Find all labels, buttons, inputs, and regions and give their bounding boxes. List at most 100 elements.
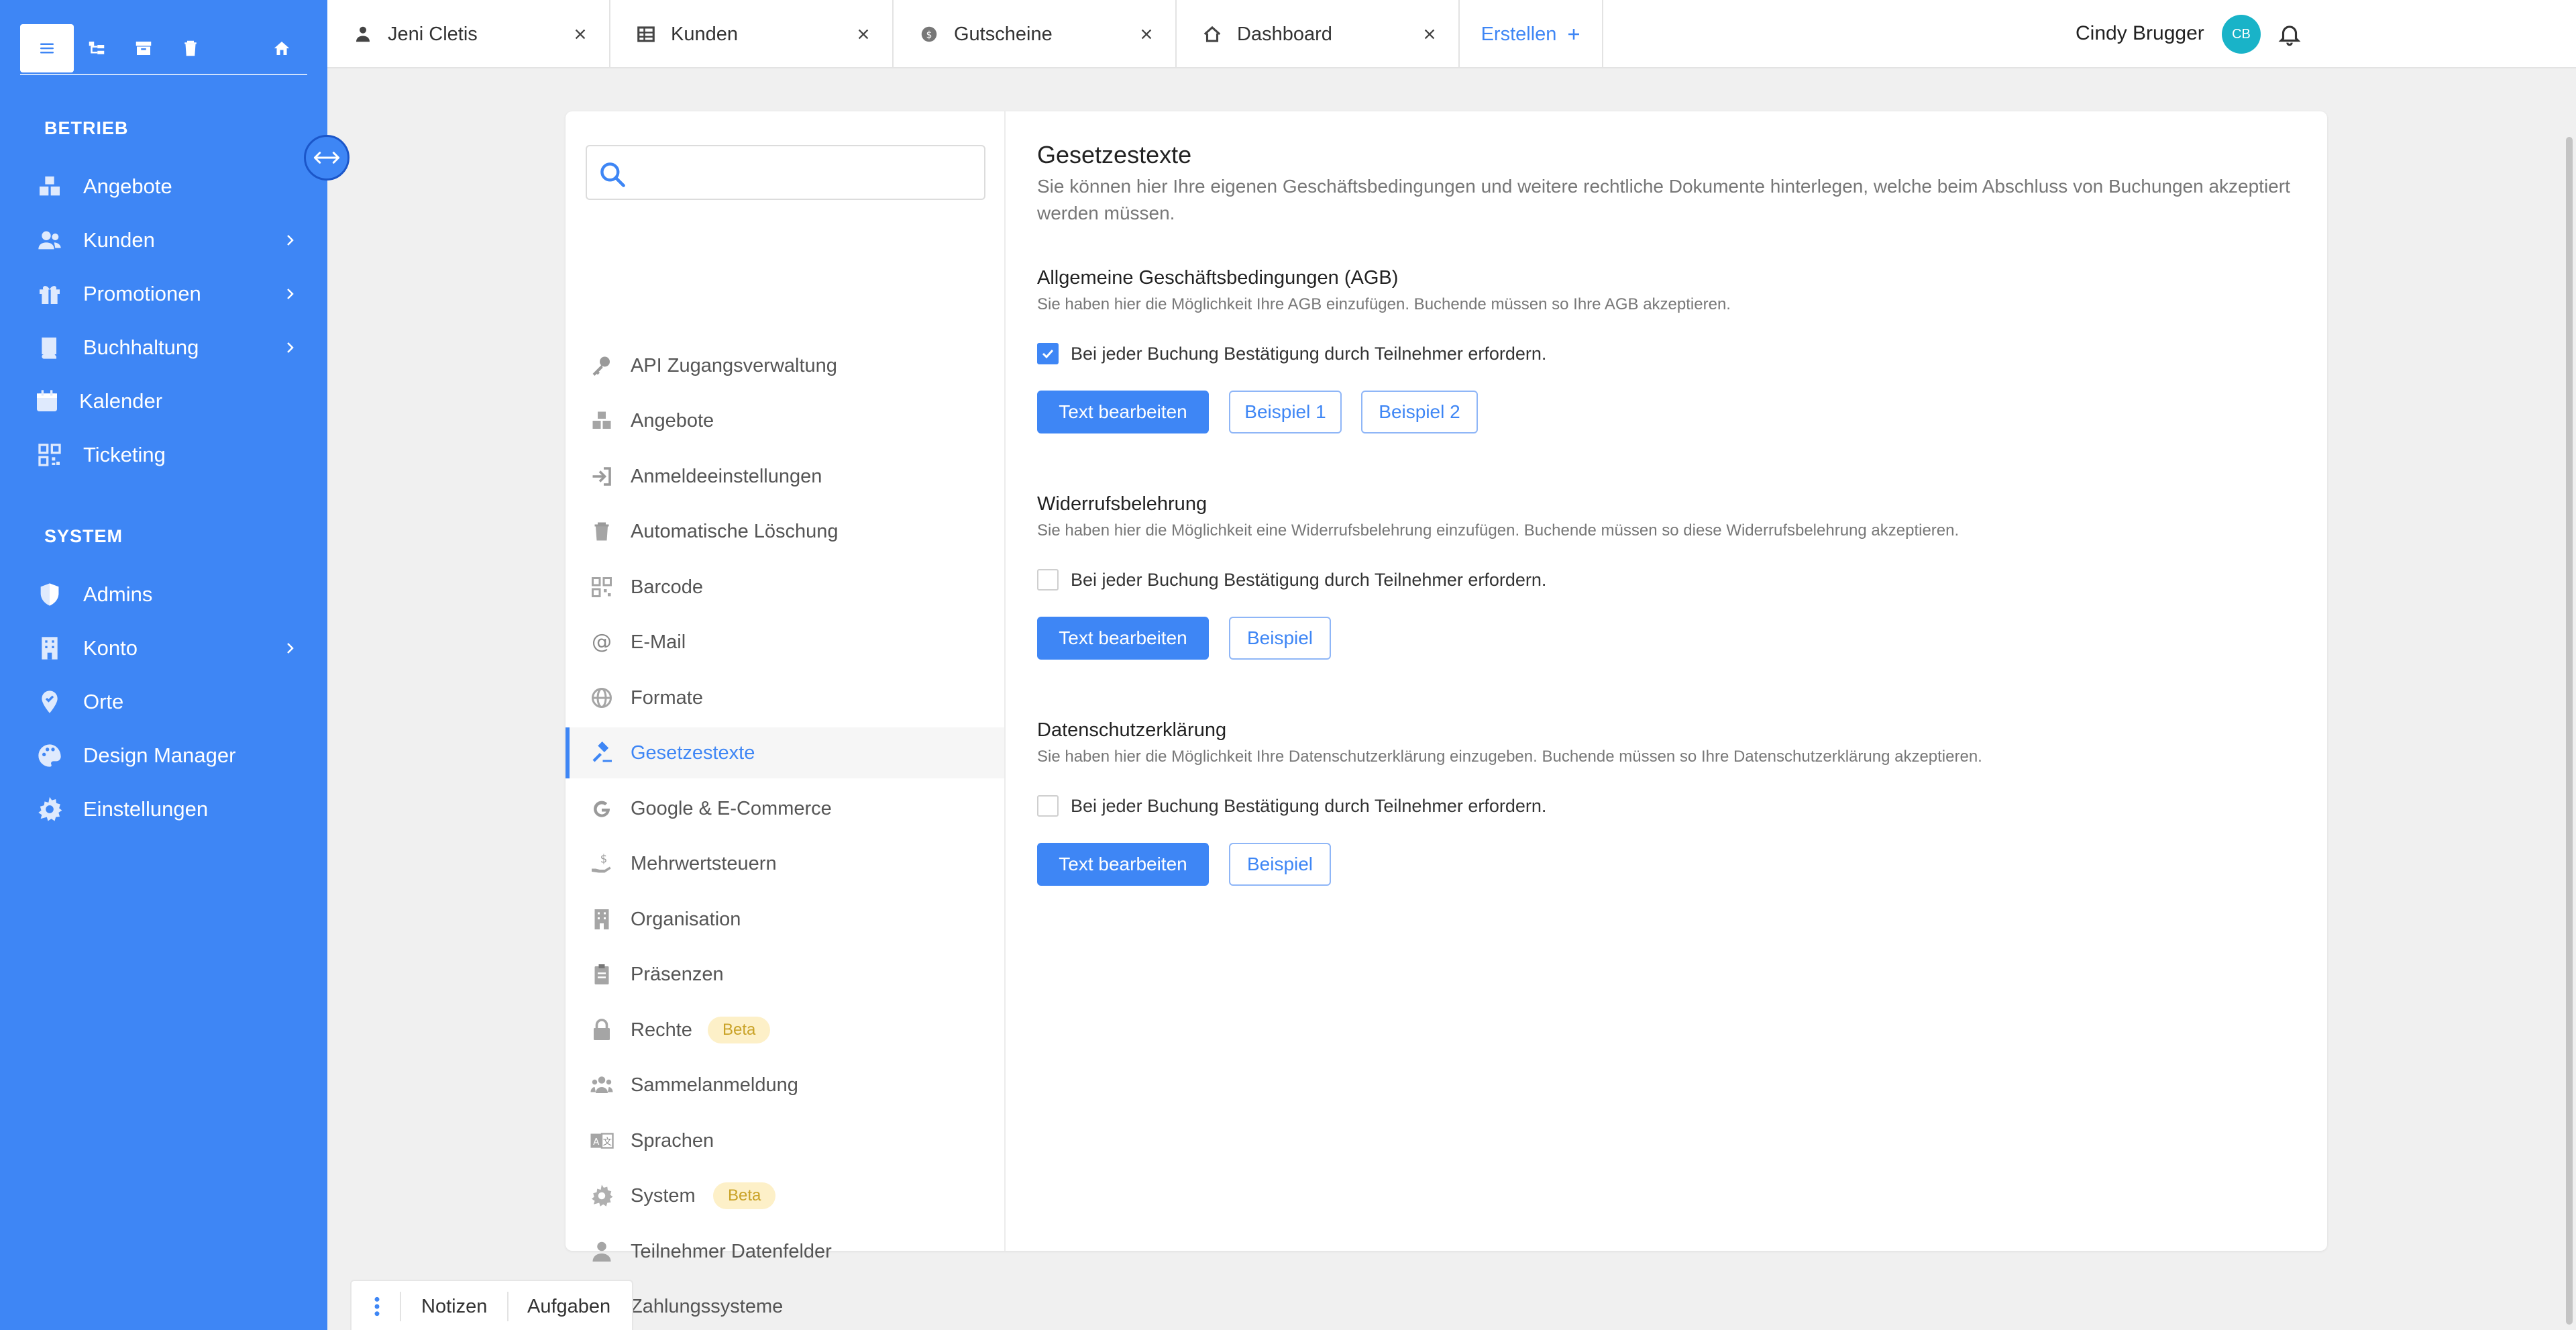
trash-button[interactable] — [164, 24, 217, 72]
sidebar-item-kunden[interactable]: Kunden — [0, 215, 327, 266]
sidebar-item-orte[interactable]: Orte — [0, 676, 327, 727]
settings-item-sprachen[interactable]: A文 Sprachen — [566, 1115, 1004, 1166]
page-scrollbar[interactable] — [2561, 70, 2576, 1330]
boxes-icon — [35, 172, 64, 201]
settings-item-label: Sammelanmeldung — [631, 1074, 798, 1096]
location-check-icon — [35, 687, 64, 717]
withdrawal-confirmation-checkbox[interactable] — [1037, 569, 1059, 591]
create-tab-button[interactable]: Erstellen — [1461, 0, 1603, 68]
home-button[interactable] — [255, 24, 309, 72]
avatar[interactable]: CB — [2222, 15, 2261, 54]
more-vertical-icon[interactable] — [372, 1296, 382, 1317]
tab-jeni-cletis[interactable]: Jeni Cletis — [327, 0, 610, 68]
chevron-right-icon — [287, 235, 294, 246]
at-sign-icon: @ — [588, 629, 615, 656]
close-icon[interactable] — [856, 27, 871, 42]
settings-item-sammelanmeldung[interactable]: Sammelanmeldung — [566, 1060, 1004, 1111]
tab-kunden[interactable]: Kunden — [610, 0, 894, 68]
svg-text:@: @ — [592, 630, 612, 654]
divider — [507, 1292, 508, 1321]
bell-icon[interactable] — [2277, 21, 2302, 47]
withdrawal-edit-text-button[interactable]: Text bearbeiten — [1037, 617, 1209, 660]
agb-confirmation-checkbox[interactable] — [1037, 343, 1059, 364]
hamburger-icon — [40, 43, 54, 54]
settings-item-teilnehmer-datenfelder[interactable]: Teilnehmer Datenfelder — [566, 1226, 1004, 1277]
sidebar-item-ticketing[interactable]: Ticketing — [0, 429, 327, 480]
settings-search-input[interactable] — [638, 154, 973, 192]
gear-icon — [588, 1182, 615, 1209]
settings-item-rechte[interactable]: Rechte Beta — [566, 1005, 1004, 1056]
settings-item-organisation[interactable]: Organisation — [566, 894, 1004, 945]
settings-item-api[interactable]: API Zugangsverwaltung — [566, 340, 1004, 391]
settings-item-label: Automatische Löschung — [631, 520, 839, 542]
withdrawal-confirmation-row[interactable]: Bei jeder Buchung Bestätigung durch Teil… — [1037, 568, 1546, 592]
settings-item-label: Formate — [631, 686, 703, 709]
gift-icon — [35, 279, 64, 309]
settings-item-label: Teilnehmer Datenfelder — [631, 1240, 832, 1262]
boxes-icon — [588, 407, 615, 434]
plus-icon — [1568, 29, 1580, 40]
language-icon: A文 — [588, 1127, 615, 1154]
settings-item-email[interactable]: @ E-Mail — [566, 617, 1004, 668]
settings-item-automatische-loeschung[interactable]: Automatische Löschung — [566, 506, 1004, 557]
privacy-edit-text-button[interactable]: Text bearbeiten — [1037, 843, 1209, 886]
withdrawal-example-button[interactable]: Beispiel — [1229, 617, 1331, 660]
settings-item-praesenzen[interactable]: Präsenzen — [566, 949, 1004, 1000]
menu-toggle-button[interactable] — [20, 24, 74, 72]
settings-item-mehrwertsteuern[interactable]: $ Mehrwertsteuern — [566, 838, 1004, 889]
scrollbar-thumb[interactable] — [2566, 137, 2573, 1325]
sidebar-item-konto[interactable]: Konto — [0, 623, 327, 674]
settings-item-anmeldeeinstellungen[interactable]: Anmeldeeinstellungen — [566, 451, 1004, 502]
qr-code-icon — [588, 574, 615, 601]
tasks-tab[interactable]: Aufgaben — [527, 1296, 610, 1318]
agb-example-1-button[interactable]: Beispiel 1 — [1229, 391, 1342, 433]
sidebar-resize-handle[interactable] — [304, 135, 350, 181]
trash-icon — [588, 518, 615, 545]
privacy-section-title: Datenschutzerklärung — [1037, 719, 1227, 741]
sidebar-item-kalender[interactable]: Kalender — [0, 376, 327, 427]
tab-label: Gutscheine — [954, 23, 1053, 45]
sidebar-item-label: Kunden — [83, 228, 155, 252]
archive-button[interactable] — [117, 24, 170, 72]
privacy-confirmation-row[interactable]: Bei jeder Buchung Bestätigung durch Teil… — [1037, 794, 1546, 818]
close-icon[interactable] — [573, 27, 588, 42]
sidebar-item-buchhaltung[interactable]: Buchhaltung — [0, 322, 327, 373]
close-icon[interactable] — [1422, 27, 1437, 42]
sidebar-item-design-manager[interactable]: Design Manager — [0, 730, 327, 781]
svg-text:$: $ — [926, 30, 932, 41]
google-icon — [588, 795, 615, 822]
settings-item-system[interactable]: System Beta — [566, 1170, 1004, 1221]
qr-code-icon — [35, 440, 64, 470]
settings-item-angebote[interactable]: Angebote — [566, 395, 1004, 446]
tab-dashboard[interactable]: Dashboard — [1177, 0, 1460, 68]
sidebar-item-admins[interactable]: Admins — [0, 569, 327, 620]
sidebar-item-einstellungen[interactable]: Einstellungen — [0, 784, 327, 835]
privacy-example-button[interactable]: Beispiel — [1229, 843, 1331, 886]
tree-view-button[interactable] — [70, 24, 123, 72]
agb-edit-text-button[interactable]: Text bearbeiten — [1037, 391, 1209, 433]
key-icon — [588, 352, 615, 379]
settings-search[interactable] — [586, 145, 985, 200]
agb-confirmation-row[interactable]: Bei jeder Buchung Bestätigung durch Teil… — [1037, 342, 1546, 366]
checkmark-icon — [1042, 349, 1054, 359]
close-icon[interactable] — [1139, 27, 1154, 42]
sidebar-item-angebote[interactable]: Angebote — [0, 161, 327, 212]
building-icon — [35, 633, 64, 663]
settings-item-formate[interactable]: Formate — [566, 672, 1004, 723]
tab-gutscheine[interactable]: $ Gutscheine — [894, 0, 1177, 68]
settings-item-label: Gesetzestexte — [631, 741, 755, 764]
chevron-right-icon — [287, 289, 294, 299]
notes-tab[interactable]: Notizen — [421, 1296, 487, 1318]
svg-text:A: A — [593, 1137, 600, 1147]
privacy-confirmation-checkbox[interactable] — [1037, 795, 1059, 817]
settings-item-gesetzestexte[interactable]: Gesetzestexte — [566, 727, 1004, 778]
settings-item-google[interactable]: Google & E-Commerce — [566, 783, 1004, 834]
sidebar-item-promotionen[interactable]: Promotionen — [0, 268, 327, 319]
tab-label: Jeni Cletis — [388, 23, 478, 45]
divider — [400, 1292, 401, 1321]
agb-example-2-button[interactable]: Beispiel 2 — [1361, 391, 1478, 433]
settings-item-barcode[interactable]: Barcode — [566, 562, 1004, 613]
svg-text:文: 文 — [603, 1137, 612, 1147]
user-name[interactable]: Cindy Brugger — [2076, 22, 2204, 45]
page-description: Sie können hier Ihre eigenen Geschäftsbe… — [1037, 176, 2290, 223]
